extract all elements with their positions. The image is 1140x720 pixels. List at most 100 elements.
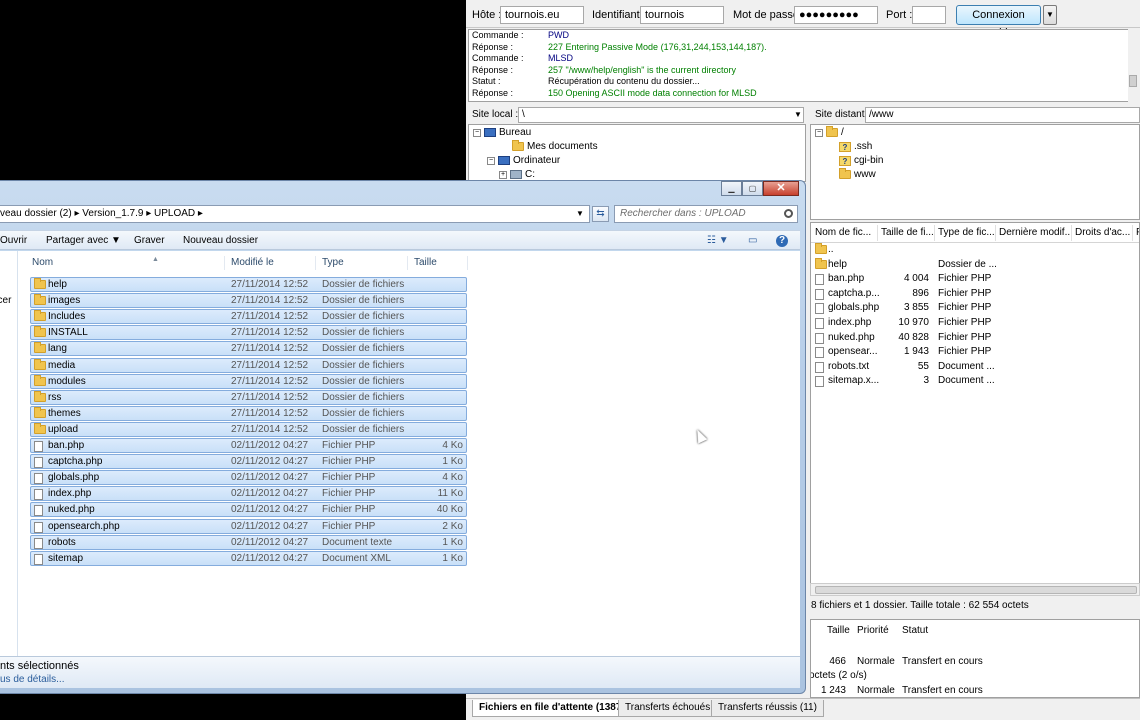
preview-pane-icon[interactable]: ▭ (748, 235, 757, 246)
hscroll-thumb[interactable] (815, 586, 1137, 594)
new-folder-button[interactable]: Nouveau dossier (183, 235, 258, 246)
remote-tree-item[interactable]: ? cgi-bin (839, 154, 883, 167)
file-row[interactable]: robots 02/11/2012 04:27 Document texte 1 Ko (30, 534, 467, 550)
expand-toggle-icon[interactable]: − (473, 128, 481, 137)
quickconnect-history-dropdown[interactable]: ▼ (1043, 5, 1057, 25)
remote-col-header[interactable]: Nom de fic... (815, 227, 871, 238)
file-row[interactable]: opensearch.php 02/11/2012 04:27 Fichier PH… (30, 518, 467, 534)
maximize-icon[interactable]: ▢ (742, 181, 763, 196)
port-input[interactable] (912, 6, 946, 24)
share-with-button[interactable]: Partager avec ▼ (46, 235, 121, 246)
remote-list-hscrollbar[interactable] (810, 583, 1140, 596)
file-row[interactable]: images 27/11/2014 12:52 Dossier de fichier… (30, 293, 467, 309)
queue-col-header[interactable]: Taille (827, 625, 850, 636)
file-row[interactable]: upload 27/11/2014 12:52 Dossier de fichier… (30, 421, 467, 437)
column-separator[interactable] (467, 256, 468, 270)
expand-toggle-icon[interactable]: − (487, 156, 495, 165)
tree-item-mes-documents[interactable]: Mes documents (499, 140, 598, 153)
search-input[interactable]: Rechercher dans : UPLOAD (614, 205, 798, 223)
file-row[interactable]: modules 27/11/2014 12:52 Dossier de fichie… (30, 373, 467, 389)
remote-file-row[interactable]: sitemap.x... 3 Document ... (811, 374, 1139, 389)
local-site-dropdown-icon[interactable]: ▼ (794, 110, 802, 119)
quickconnect-button[interactable]: Connexion rapide (956, 5, 1041, 39)
tab-failed[interactable]: Transferts échoués (618, 700, 718, 717)
file-row[interactable]: media 27/11/2014 12:52 Dossier de fichiers (30, 357, 467, 373)
remote-col-header[interactable]: Type de fic... (938, 227, 995, 238)
col-name[interactable]: Nom (32, 257, 53, 268)
help-icon[interactable]: ? (776, 235, 788, 247)
file-row[interactable]: lang 27/11/2014 12:52 Dossier de fichiers (30, 341, 467, 357)
col-modified[interactable]: Modifié le (231, 257, 274, 268)
close-icon[interactable]: ✕ (763, 181, 799, 196)
column-separator[interactable] (224, 256, 225, 270)
open-button[interactable]: Ouvrir (0, 235, 27, 246)
more-details-link[interactable]: us de détails... (0, 674, 64, 685)
file-row[interactable]: rss 27/11/2014 12:52 Dossier de fichiers (30, 389, 467, 405)
file-row[interactable]: help 27/11/2014 12:52 Dossier de fichiers (30, 277, 467, 292)
column-separator[interactable] (934, 225, 935, 241)
remote-tree-item[interactable]: www (839, 168, 876, 181)
file-row[interactable]: globals.php 02/11/2012 04:27 Fichier PHP 4 … (30, 470, 467, 486)
column-separator[interactable] (1071, 225, 1072, 241)
remote-site-path[interactable]: /www (865, 107, 1140, 123)
remote-file-row[interactable]: captcha.p... 896 Fichier PHP (811, 287, 1139, 302)
change-view-icon[interactable]: ☷ ▼ (707, 235, 729, 246)
user-input[interactable] (640, 6, 724, 24)
remote-file-row[interactable]: robots.txt 55 Document ... (811, 360, 1139, 375)
remote-col-header[interactable]: Dernière modif... (999, 227, 1073, 238)
password-input[interactable] (794, 6, 878, 24)
tab-queued[interactable]: Fichiers en file d'attente (1387) (472, 700, 632, 717)
file-row[interactable]: INSTALL 27/11/2014 12:52 Dossier de fichie… (30, 325, 467, 341)
file-size: 4 Ko (442, 440, 463, 451)
col-type[interactable]: Type (322, 257, 344, 268)
file-row[interactable]: nuked.php 02/11/2012 04:27 Fichier PHP 40 K… (30, 502, 467, 518)
address-dropdown-icon[interactable]: ▼ (576, 206, 584, 222)
log-scrollbar-thumb[interactable] (1129, 75, 1137, 87)
remote-file-row[interactable]: index.php 10 970 Fichier PHP (811, 316, 1139, 331)
file-modified: 27/11/2014 12:52 (231, 407, 309, 419)
remote-file-row[interactable]: .. (811, 243, 1139, 258)
tree-item-bureau[interactable]: − Bureau (473, 126, 531, 139)
file-row[interactable]: ban.php 02/11/2012 04:27 Fichier PHP 4 Ko (30, 438, 467, 453)
remote-tree-item[interactable]: − / (815, 126, 844, 139)
queue-col-header[interactable]: Statut (902, 625, 928, 636)
remote-col-header[interactable]: P (1136, 227, 1139, 238)
remote-file-type: Fichier PHP (938, 331, 992, 343)
tab-successful[interactable]: Transferts réussis (11) (711, 700, 824, 717)
remote-tree: − /? .ssh? cgi-bin www (810, 124, 1140, 220)
search-icon[interactable] (784, 209, 793, 218)
column-separator[interactable] (315, 256, 316, 270)
host-input[interactable] (500, 6, 584, 24)
log-scrollbar[interactable] (1128, 29, 1138, 102)
column-separator[interactable] (877, 225, 878, 241)
column-separator[interactable] (407, 256, 408, 270)
expand-toggle-icon[interactable]: + (499, 170, 507, 179)
col-size[interactable]: Taille (414, 257, 437, 268)
column-separator[interactable] (995, 225, 996, 241)
remote-tree-item[interactable]: ? .ssh (839, 140, 872, 153)
refresh-icon[interactable]: ⇆ (592, 206, 609, 222)
file-row[interactable]: index.php 02/11/2012 04:27 Fichier PHP 11 K… (30, 486, 467, 502)
expand-toggle-icon[interactable]: − (815, 128, 823, 137)
address-bar[interactable]: veau dossier (2) ▸ Version_1.7.9 ▸ UPLOA… (0, 205, 590, 223)
remote-file-row[interactable]: opensear... 1 943 Fichier PHP (811, 345, 1139, 360)
local-site-path[interactable]: \ (518, 107, 804, 123)
file-row[interactable]: themes 27/11/2014 12:52 Dossier de fichier… (30, 405, 467, 421)
nav-item[interactable]: écer (0, 295, 11, 306)
file-row[interactable]: Includes 27/11/2014 12:52 Dossier de fichi… (30, 309, 467, 325)
tree-item-ordinateur[interactable]: − Ordinateur (487, 154, 560, 167)
file-row[interactable]: sitemap 02/11/2012 04:27 Document XML 1 Ko (30, 550, 467, 566)
remote-file-row[interactable]: help Dossier de ... (811, 257, 1139, 273)
folder-icon (512, 140, 524, 151)
file-row[interactable]: captcha.php 02/11/2012 04:27 Fichier PHP 1 … (30, 454, 467, 470)
remote-file-row[interactable]: nuked.php 40 828 Fichier PHP (811, 331, 1139, 346)
remote-col-header[interactable]: Droits d'ac... (1075, 227, 1130, 238)
remote-file-row[interactable]: globals.php 3 855 Fichier PHP (811, 301, 1139, 316)
remote-file-row[interactable]: ban.php 4 004 Fichier PHP (811, 272, 1139, 287)
queue-col-header[interactable]: Priorité (857, 625, 889, 636)
breadcrumb[interactable]: veau dossier (2) ▸ Version_1.7.9 ▸ UPLOA… (0, 208, 203, 219)
remote-col-header[interactable]: Taille de fi... (881, 227, 934, 238)
minimize-icon[interactable]: ▁ (721, 181, 742, 196)
column-separator[interactable] (1132, 225, 1133, 241)
burn-button[interactable]: Graver (134, 235, 165, 246)
